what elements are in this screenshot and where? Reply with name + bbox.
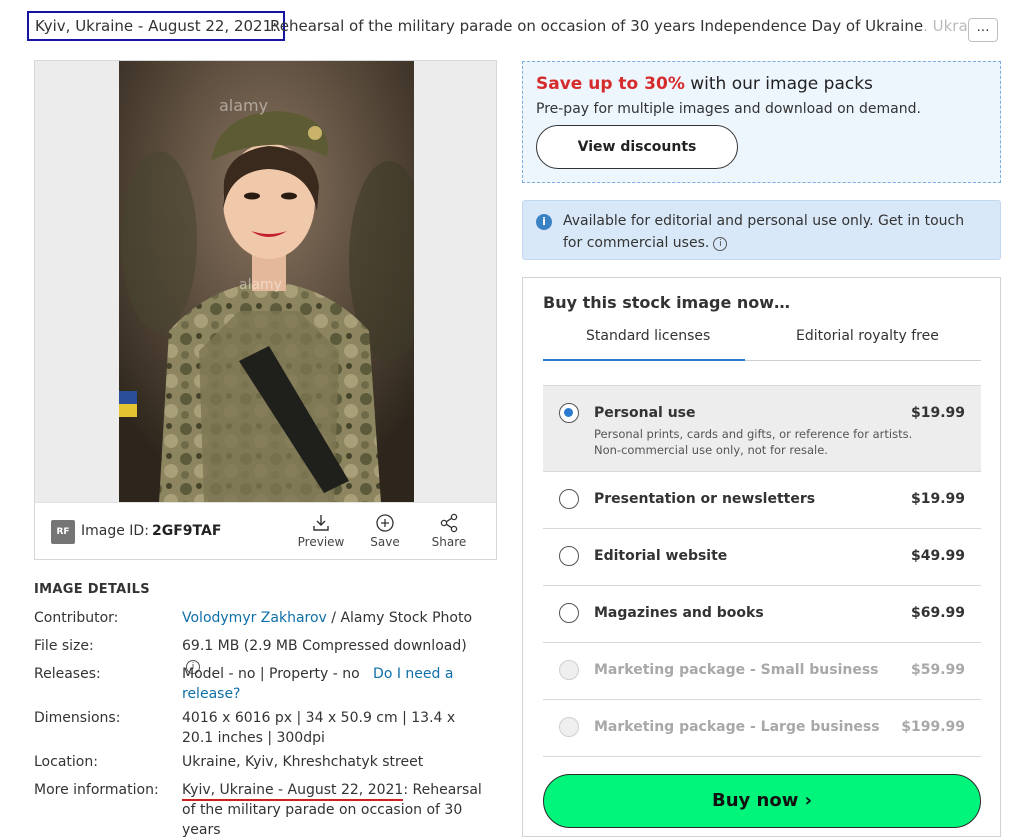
license-price: $49.99 [910,548,965,564]
contributor-agency: / Alamy Stock Photo [326,610,473,626]
buy-now-button[interactable]: Buy now › [543,774,981,828]
image-caption: Kyiv, Ukraine - August 22, 2021: Rehears… [24,10,1004,46]
photo-illustration: alamy alamy [119,61,414,503]
contributor-link[interactable]: Volodymyr Zakharov [182,610,327,626]
license-radio-disabled [559,660,579,680]
license-option-magazines-books[interactable]: Magazines and books $69.99 [543,586,981,643]
license-option-marketing-large: Marketing package - Large business $199.… [543,700,981,757]
stock-photo[interactable]: alamy alamy [119,61,414,503]
notice-message: Available for editorial and personal use… [563,213,965,251]
active-tab-indicator [543,359,745,361]
filesize-label: File size: [34,638,94,654]
caption-date-text: Kyiv, Ukraine - August 22, 2021 [35,17,273,35]
license-name: Personal use [594,405,696,421]
image-preview-panel: alamy alamy RF Image ID: 2GF9TAF Preview… [34,60,497,560]
view-discounts-button[interactable]: View discounts [536,125,738,169]
releases-value: Model - no | Property - no Do I need a r… [182,664,482,704]
license-price: $199.99 [901,719,965,735]
license-name: Marketing package - Large business [594,719,880,735]
filesize-text: 69.1 MB (2.9 MB Compressed download) [182,638,467,654]
contributor-value: Volodymyr Zakharov / Alamy Stock Photo [182,608,482,628]
preview-label: Preview [297,535,345,549]
editorial-notice: i Available for editorial and personal u… [522,200,1001,260]
promo-title-rest: with our image packs [684,74,873,94]
image-details-heading: IMAGE DETAILS [34,582,150,597]
image-toolbar: RF Image ID: 2GF9TAF Preview Save Share [35,502,496,559]
more-info-value: Kyiv, Ukraine - August 22, 2021: Rehears… [182,780,482,840]
location-value: Ukraine, Kyiv, Khreshchatyk street [182,754,424,770]
caption-text: Rehearsal of the military parade on occa… [270,17,631,35]
caption-highlight: 30 years Independence Day of Ukraine [630,17,924,35]
dimensions-label: Dimensions: [34,710,121,726]
license-option-marketing-small: Marketing package - Small business $59.9… [543,643,981,700]
watermark-text: alamy [219,96,268,115]
license-radio[interactable] [559,603,579,623]
share-label: Share [431,535,467,549]
location-label: Location: [34,754,98,770]
save-label: Save [370,535,400,549]
image-id-label: Image ID: [81,523,149,539]
share-button[interactable]: Share [419,513,479,549]
tab-editorial-royalty-free[interactable]: Editorial royalty free [796,328,939,344]
preview-button[interactable]: Preview [291,513,351,549]
more-info-date: Kyiv, Ukraine - August 22, 2021 [182,782,404,798]
caption-more-button[interactable]: … [968,18,998,42]
license-radio-disabled [559,717,579,737]
info-circle-icon: i [536,214,552,230]
promo-subtitle: Pre-pay for multiple images and download… [536,101,921,117]
share-icon [440,513,458,533]
tab-standard-licenses[interactable]: Standard licenses [586,328,710,344]
image-pack-promo: Save up to 30% with our image packs Pre-… [522,61,1001,183]
save-button[interactable]: Save [355,513,415,549]
license-option-editorial-website[interactable]: Editorial website $49.99 [543,529,981,586]
license-price: $19.99 [910,405,965,421]
license-price: $19.99 [910,491,965,507]
image-id-value: 2GF9TAF [152,523,222,539]
buy-panel: Buy this stock image now… Standard licen… [522,277,1001,837]
caption-tail: . Ukrai [923,17,970,35]
license-radio[interactable] [559,546,579,566]
license-description: Personal prints, cards and gifts, or ref… [594,427,913,457]
license-option-presentation[interactable]: Presentation or newsletters $19.99 [543,472,981,529]
more-info-label: More information: [34,782,159,798]
notice-text: Available for editorial and personal use… [563,210,983,254]
notice-info-icon[interactable]: i [713,237,728,251]
license-radio-selected[interactable] [559,403,579,423]
rf-badge: RF [51,520,75,544]
license-option-personal-use[interactable]: Personal use $19.99 Personal prints, car… [543,385,981,472]
plus-circle-icon [376,514,394,532]
caption-description: Rehearsal of the military parade on occa… [270,17,970,35]
license-price: $59.99 [910,662,965,678]
license-name: Presentation or newsletters [594,491,816,507]
license-name: Marketing package - Small business [594,662,879,678]
license-tabs: Standard licenses Editorial royalty free [543,324,981,361]
download-icon [313,515,329,531]
license-price: $69.99 [910,605,965,621]
promo-accent: Save up to 30% [536,74,685,94]
releases-label: Releases: [34,666,101,682]
license-name: Editorial website [594,548,728,564]
buy-title: Buy this stock image now… [543,293,791,312]
license-name: Magazines and books [594,605,764,621]
watermark-text-2: alamy [239,277,282,293]
dimensions-value: 4016 x 6016 px | 34 x 50.9 cm | 13.4 x 2… [182,710,456,746]
promo-title: Save up to 30% with our image packs [536,74,873,94]
license-radio[interactable] [559,489,579,509]
contributor-label: Contributor: [34,610,119,626]
caption-date-location: Kyiv, Ukraine - August 22, 2021: [27,11,286,41]
releases-text: Model - no | Property - no [182,666,360,682]
